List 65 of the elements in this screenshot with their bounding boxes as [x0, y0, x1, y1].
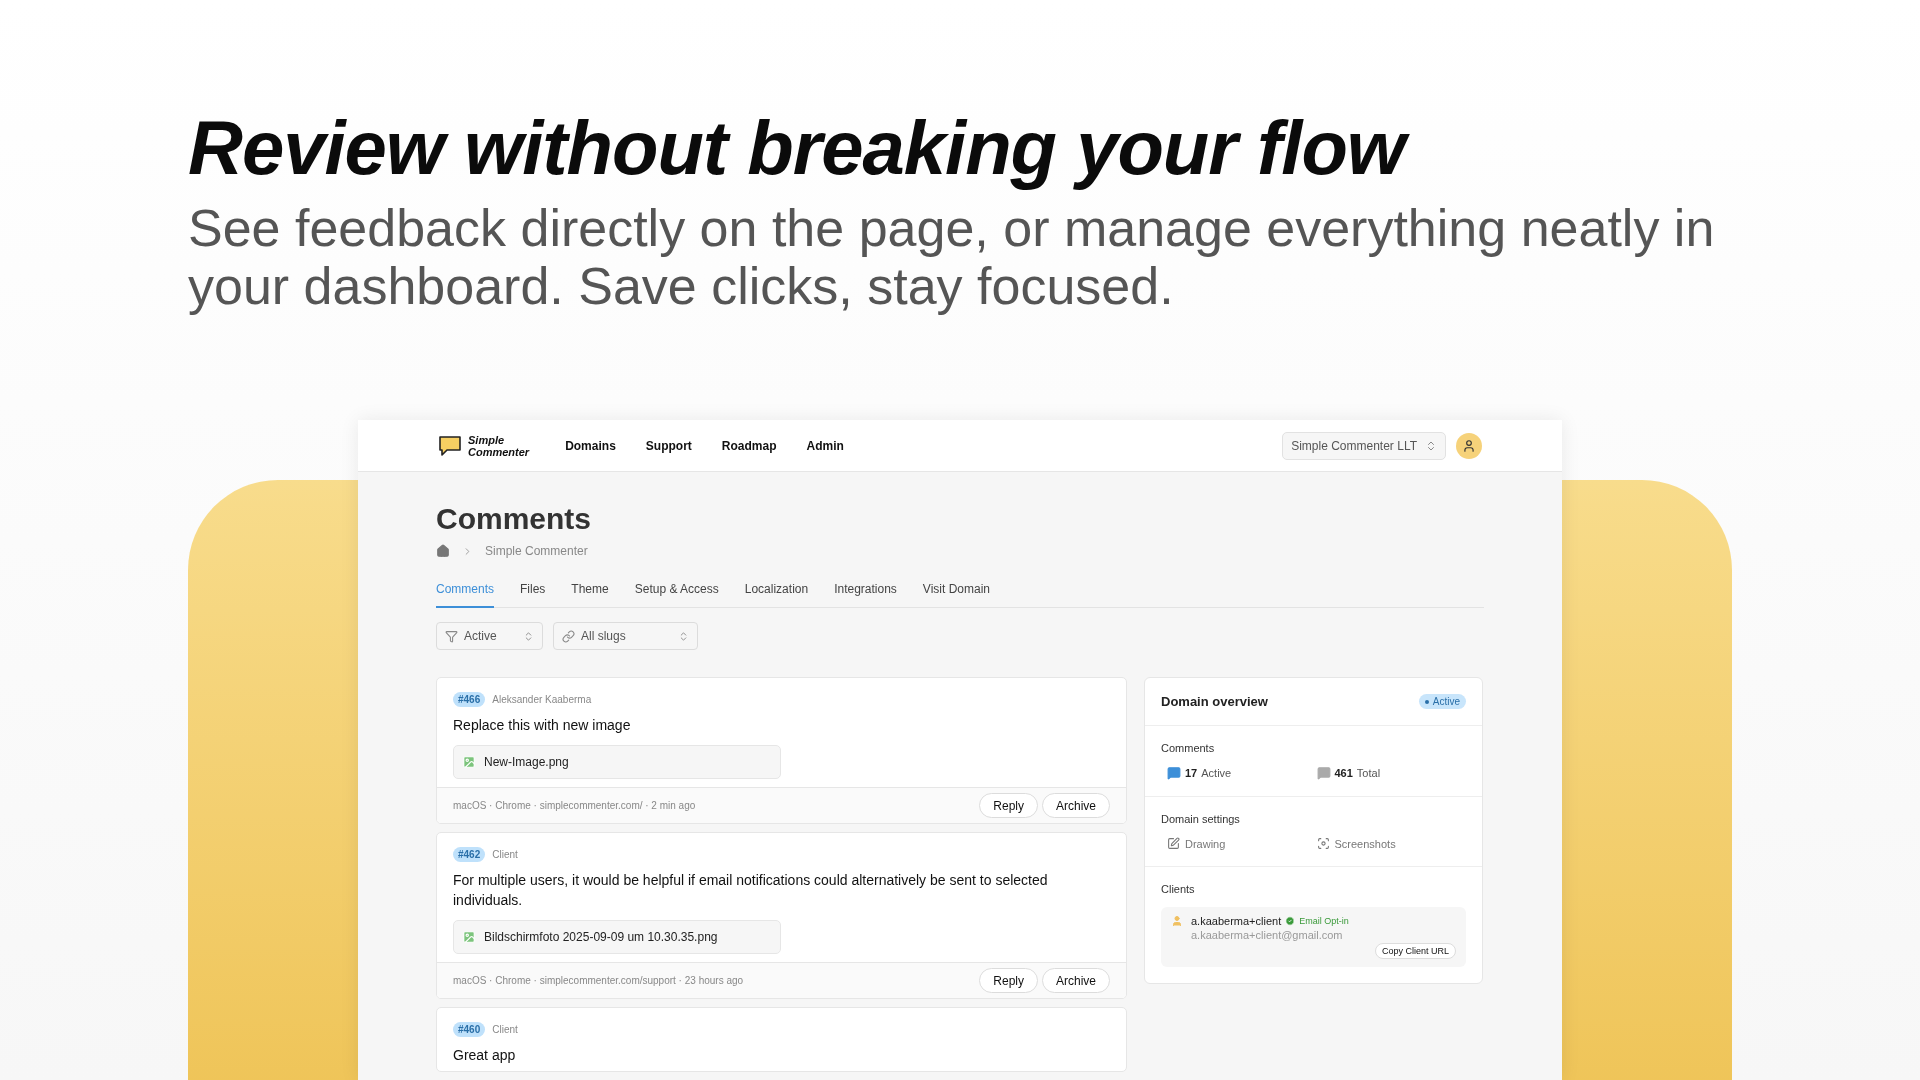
- comment-number: #466: [453, 692, 486, 707]
- stat-label: Active: [1201, 767, 1232, 779]
- action-button[interactable]: Reply: [979, 793, 1038, 818]
- section-heading: Domain settings: [1161, 813, 1241, 825]
- opt-in-label: Email Opt-in: [1299, 916, 1349, 926]
- section-heading: Clients: [1161, 883, 1196, 895]
- check-icon: [1285, 916, 1296, 926]
- subtitle: See feedback directly on the page, or manage everything neatly in your dashboard. Save clicks, stay focused.: [188, 199, 1716, 315]
- section-heading: Comments: [1161, 742, 1216, 754]
- tab[interactable]: Setup & Access: [634, 576, 719, 608]
- copy-url-button[interactable]: Copy Client URL: [1374, 943, 1456, 959]
- action-button[interactable]: Reply: [979, 968, 1038, 993]
- comment-number: #460: [453, 1022, 486, 1037]
- stat-count: 461: [1334, 767, 1353, 779]
- comment-meta: macOS · Chrome · simplecommenter.com/ · 2 min ago: [453, 800, 697, 811]
- sort-arrows-icon: [523, 630, 534, 642]
- comment-author: Client: [492, 1024, 518, 1035]
- filter-select[interactable]: Active: [436, 622, 543, 650]
- logo-text: Simple Commenter: [468, 433, 530, 458]
- status-badge: Active: [1418, 694, 1466, 709]
- link-icon: [562, 629, 575, 643]
- comment-number: #462: [453, 847, 486, 862]
- nav-link[interactable]: Admin: [806, 438, 844, 453]
- tab[interactable]: Theme: [571, 576, 609, 608]
- home-icon[interactable]: [436, 544, 450, 558]
- page-title: Comments: [436, 502, 593, 536]
- sort-arrows-icon: [678, 630, 689, 642]
- screenshot-icon: [1316, 837, 1330, 850]
- comment-meta: macOS · Chrome · simplecommenter.com/support · 23 hours ago: [453, 975, 745, 986]
- comment-text: Replace this with new image: [453, 716, 632, 735]
- tab[interactable]: Visit Domain: [922, 576, 990, 608]
- action-button[interactable]: Archive: [1042, 968, 1110, 993]
- comment-author: Client: [492, 849, 518, 860]
- stat-label: Total: [1356, 767, 1381, 779]
- speech-bubble-icon: [1316, 766, 1331, 780]
- tab[interactable]: Localization: [744, 576, 809, 608]
- sort-arrows-icon: [1425, 439, 1437, 452]
- nav-link[interactable]: Roadmap: [721, 438, 777, 453]
- user-avatar[interactable]: [1456, 432, 1482, 459]
- tab[interactable]: Integrations: [834, 576, 897, 608]
- attachment-chip[interactable]: New-Image.png: [453, 745, 781, 779]
- setting-label: Screenshots: [1334, 837, 1396, 850]
- workspace-select[interactable]: Simple Commenter LLT: [1282, 431, 1446, 460]
- logo-icon: [438, 434, 462, 457]
- comment-text: For multiple users, it would be helpful if email notifications could alternatively be sent to selected individuals.: [453, 871, 1049, 910]
- panel-title: Domain overview: [1161, 694, 1268, 709]
- filter-icon: [445, 629, 458, 643]
- person-icon: [1171, 915, 1183, 927]
- pencil-icon: [1167, 837, 1180, 850]
- comment-text: Great app: [453, 1046, 517, 1065]
- nav-link[interactable]: Domains: [565, 438, 616, 453]
- headline: Review without breaking your flow: [188, 100, 1419, 195]
- client-name: a.kaaberma+client: [1191, 915, 1282, 927]
- action-button[interactable]: Archive: [1042, 793, 1110, 818]
- image-icon: [462, 930, 476, 944]
- tab[interactable]: Files: [520, 576, 546, 608]
- comment-author: Aleksander Kaaberma: [492, 694, 592, 705]
- stat-count: 17: [1185, 767, 1198, 779]
- nav-link[interactable]: Support: [645, 438, 692, 453]
- attachment-chip[interactable]: Bildschirmfoto 2025-09-09 um 10.30.35.png: [453, 920, 781, 954]
- speech-bubble-icon: [1167, 766, 1181, 780]
- setting-label: Drawing: [1185, 837, 1226, 850]
- client-email: a.kaaberma+client@gmail.com: [1191, 929, 1344, 941]
- filter-select[interactable]: All slugs: [553, 622, 698, 650]
- image-icon: [462, 755, 476, 769]
